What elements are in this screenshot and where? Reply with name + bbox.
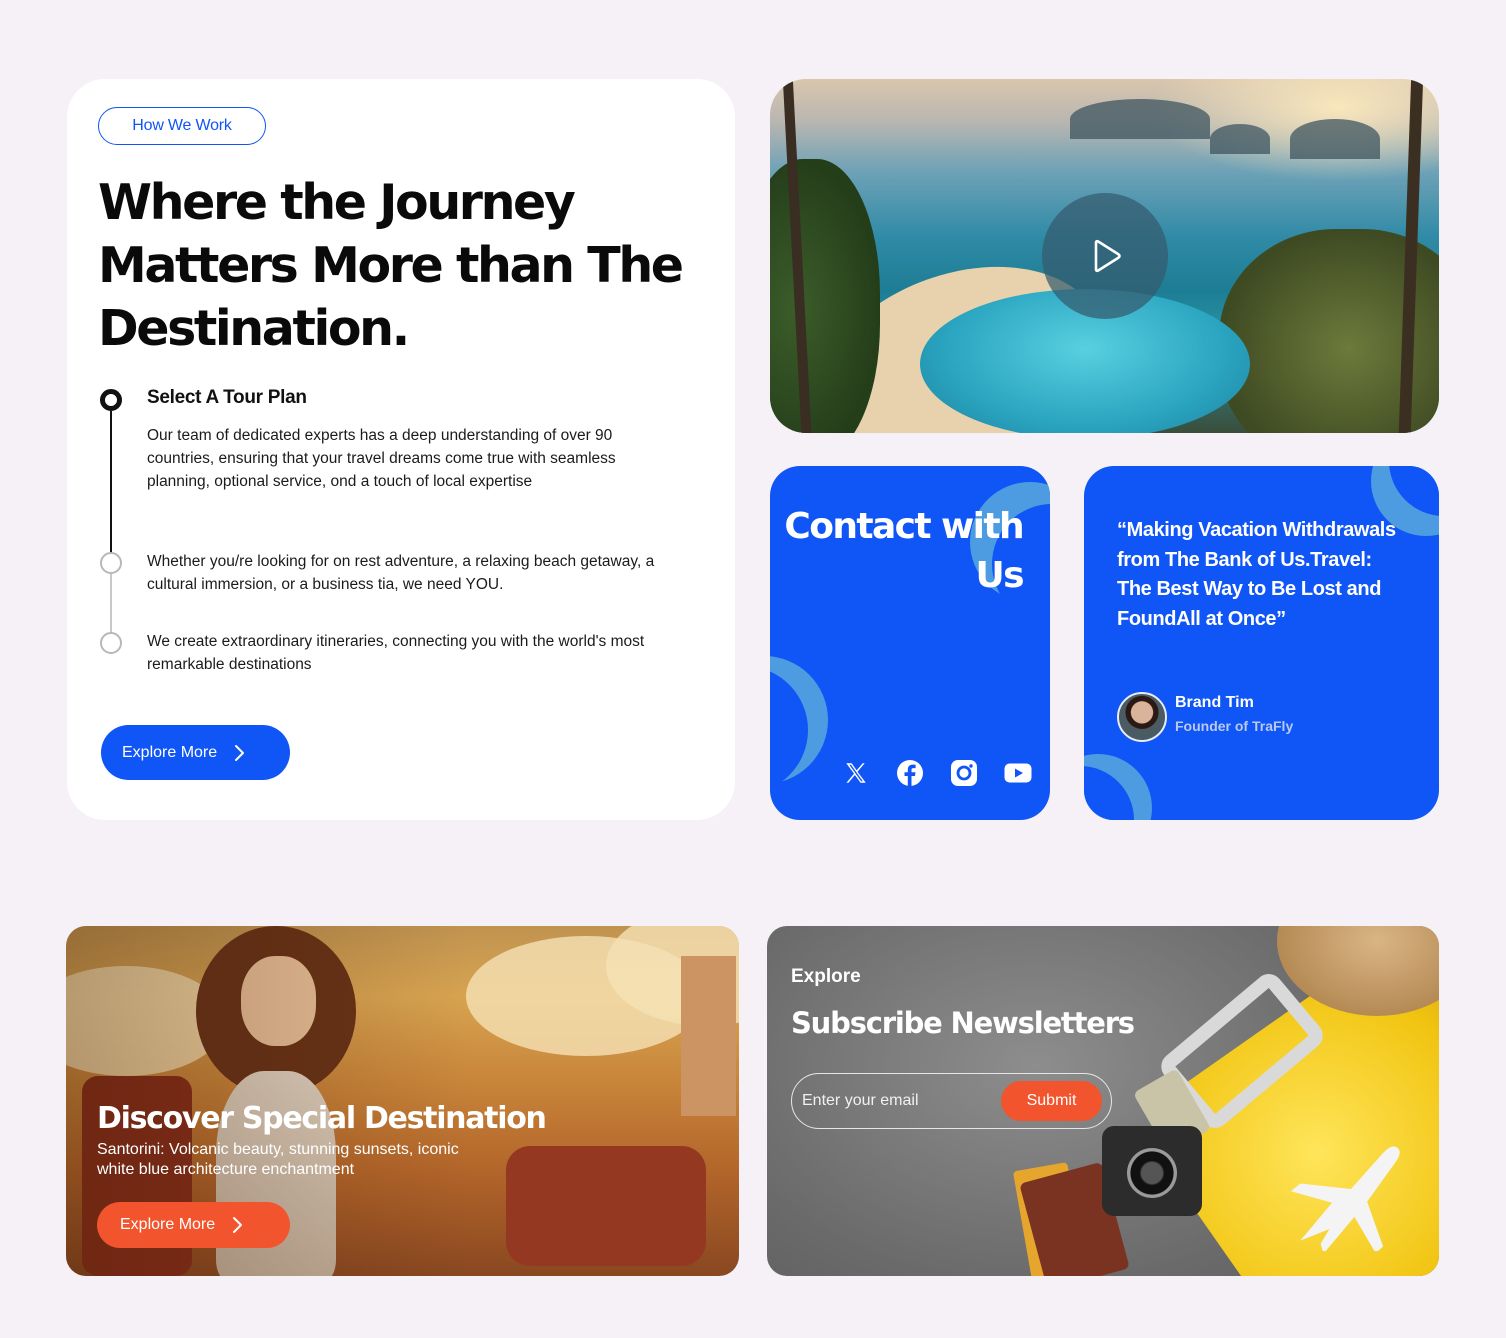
step-text-1: Our team of dedicated experts has a deep… bbox=[147, 427, 616, 490]
discover-destination-card: Discover Special Destination Santorini: … bbox=[66, 926, 739, 1276]
timeline-dot-2[interactable] bbox=[100, 552, 122, 574]
video-card[interactable] bbox=[770, 79, 1439, 433]
how-we-work-card: How We Work Where the Journey Matters Mo… bbox=[67, 79, 735, 820]
explore-more-button[interactable]: Explore More bbox=[101, 725, 290, 780]
instagram-icon[interactable] bbox=[950, 759, 978, 787]
chevron-right-icon bbox=[235, 744, 245, 761]
author-role: Founder of TraFly bbox=[1175, 718, 1294, 734]
email-input[interactable] bbox=[802, 1086, 992, 1116]
island-shape bbox=[1070, 99, 1210, 139]
avatar bbox=[1117, 692, 1167, 742]
contact-title: Contact with Us bbox=[784, 506, 1024, 596]
island-shape bbox=[1210, 124, 1270, 154]
how-we-work-tag: How We Work bbox=[98, 107, 266, 145]
youtube-icon[interactable] bbox=[1004, 759, 1032, 787]
author-name: Brand Tim bbox=[1175, 694, 1254, 711]
timeline-dot-3[interactable] bbox=[100, 632, 122, 654]
airplane-icon bbox=[1290, 1146, 1400, 1251]
timeline-inactive-line bbox=[110, 571, 112, 641]
newsletter-form: Submit bbox=[791, 1073, 1112, 1129]
x-icon[interactable] bbox=[842, 759, 870, 787]
step-title: Select A Tour Plan bbox=[147, 387, 307, 408]
discover-text: Santorini: Volcanic beauty, stunning sun… bbox=[97, 1141, 459, 1178]
newsletter-kicker: Explore bbox=[791, 966, 861, 987]
newsletter-title: Subscribe Newsletters bbox=[791, 1006, 1135, 1040]
camera-shape bbox=[1102, 1126, 1202, 1216]
timeline-active-line bbox=[110, 411, 112, 561]
newsletter-card: Explore Subscribe Newsletters Submit bbox=[767, 926, 1439, 1276]
facebook-icon[interactable] bbox=[896, 759, 924, 787]
social-links bbox=[842, 759, 1032, 787]
submit-button[interactable]: Submit bbox=[1001, 1081, 1102, 1121]
page-headline: Where the Journey Matters More than The … bbox=[98, 174, 684, 357]
timeline-dot-active[interactable] bbox=[100, 389, 122, 411]
play-button[interactable] bbox=[1042, 193, 1168, 319]
step-text-2: Whether you/re looking for on rest adven… bbox=[147, 553, 655, 593]
play-icon bbox=[1094, 239, 1121, 273]
chevron-right-icon bbox=[233, 1217, 243, 1233]
discover-explore-label: Explore More bbox=[120, 1216, 216, 1233]
testimonial-quote: “Making Vacation Withdrawals from The Ba… bbox=[1117, 519, 1396, 630]
forest-left-shape bbox=[770, 159, 880, 433]
contact-card: Contact with Us bbox=[770, 466, 1050, 820]
discover-explore-button[interactable]: Explore More bbox=[97, 1202, 290, 1248]
discover-title: Discover Special Destination bbox=[97, 1101, 547, 1136]
testimonial-card: “Making Vacation Withdrawals from The Ba… bbox=[1084, 466, 1439, 820]
step-text-3: We create extraordinary itineraries, con… bbox=[147, 633, 645, 673]
explore-more-label: Explore More bbox=[122, 743, 218, 761]
island-shape bbox=[1290, 119, 1380, 159]
